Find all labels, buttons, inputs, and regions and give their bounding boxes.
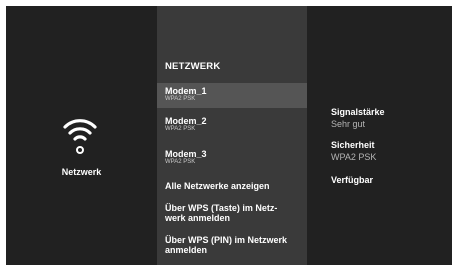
network-item-modem-3[interactable]: Modem_3 WPA2 PSK xyxy=(157,149,307,171)
signal-strength-label: Signalstärke xyxy=(331,107,385,117)
network-security: WPA2 PSK xyxy=(165,159,196,165)
wps-button-label-line2: werk anmelden xyxy=(165,212,231,223)
show-all-networks-item[interactable]: Alle Netzwerke anzeigen xyxy=(157,181,307,195)
availability-status: Verfügbar xyxy=(331,175,374,185)
wps-button-item[interactable]: Über WPS (Taste) im Netz- werk anmelden xyxy=(157,203,307,228)
network-item-modem-2[interactable]: Modem_2 WPA2 PSK xyxy=(157,116,307,138)
network-details: Signalstärke Sehr gut Sicherheit WPA2 PS… xyxy=(307,6,452,265)
security-value: WPA2 PSK xyxy=(331,152,377,162)
wps-pin-item[interactable]: Über WPS (PIN) im Netzwerk anmelden xyxy=(157,235,307,260)
network-item-modem-1[interactable]: Modem_1 WPA2 PSK xyxy=(157,83,307,108)
network-name: Modem_1 xyxy=(165,86,207,96)
category-pane: Netzwerk xyxy=(6,6,157,265)
network-security: WPA2 PSK xyxy=(165,126,196,132)
tv-settings-screen: Netzwerk NETZWERK Modem_1 WPA2 PSK Modem… xyxy=(6,6,452,265)
network-name: Modem_3 xyxy=(165,149,207,159)
category-label: Netzwerk xyxy=(61,167,102,177)
network-name: Modem_2 xyxy=(165,116,207,126)
signal-strength-value: Sehr gut xyxy=(331,119,366,129)
wifi-icon xyxy=(63,119,97,154)
show-all-label: Alle Netzwerke anzeigen xyxy=(165,181,270,191)
wps-pin-label-line2: anmelden xyxy=(165,244,208,255)
network-menu: NETZWERK Modem_1 WPA2 PSK Modem_2 WPA2 P… xyxy=(157,6,307,265)
security-label: Sicherheit xyxy=(331,140,375,150)
network-security: WPA2 PSK xyxy=(165,96,196,102)
menu-title: NETZWERK xyxy=(165,61,221,72)
